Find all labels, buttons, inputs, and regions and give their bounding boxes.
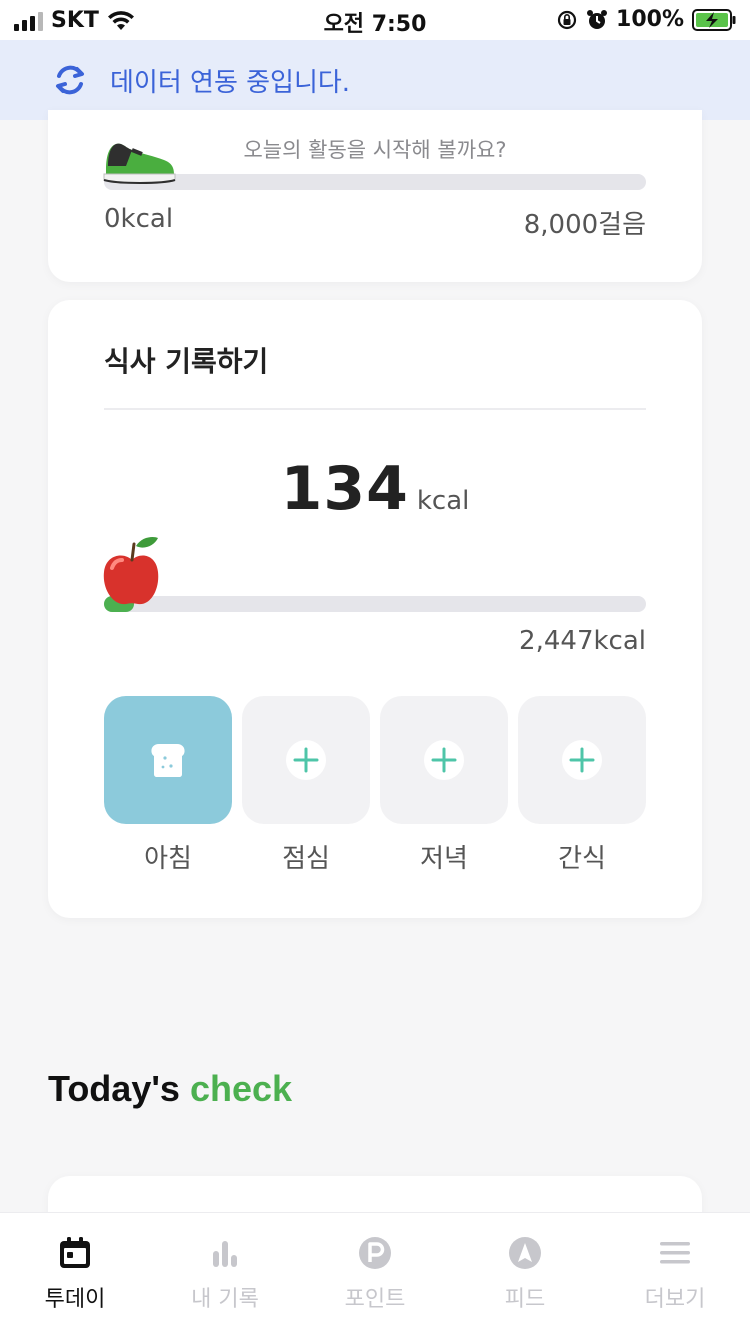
meal-card-title: 식사 기록하기 [104, 345, 269, 378]
meal-kcal-value: 134 [280, 454, 409, 524]
activity-progress-bar [104, 174, 646, 190]
todays-check-prefix: Today's [48, 1068, 180, 1109]
meal-record-card: 식사 기록하기 134 kcal 2,447kcal 아침 점심 저녁 간식 [48, 300, 702, 918]
meal-progress-bar [104, 596, 646, 612]
breakfast-label: 아침 [144, 844, 192, 874]
battery-charging-icon [692, 8, 736, 31]
bread-icon [151, 744, 185, 777]
snack-label: 간식 [558, 844, 606, 874]
dinner-label: 저녁 [420, 844, 468, 874]
tab-points[interactable]: 포인트 [300, 1213, 450, 1334]
sync-banner: 데이터 연동 중입니다. [0, 40, 750, 120]
tab-points-label: 포인트 [344, 1287, 406, 1312]
meal-slot-breakfast[interactable]: 아침 [104, 696, 232, 875]
step-goal: 8,000걸음 [523, 210, 646, 240]
bar-chart-icon [213, 1241, 237, 1267]
meal-slots: 아침 점심 저녁 간식 [104, 696, 646, 875]
tab-feed[interactable]: 피드 [450, 1213, 600, 1334]
lunch-label: 점심 [282, 844, 330, 874]
add-lunch-button[interactable] [286, 740, 326, 780]
plus-icon [569, 747, 595, 773]
snack-tile[interactable] [518, 696, 646, 824]
tab-today[interactable]: 투데이 [0, 1213, 150, 1334]
meal-slot-dinner[interactable]: 저녁 [380, 696, 508, 875]
sync-message: 데이터 연동 중입니다. [110, 67, 351, 98]
add-dinner-button[interactable] [424, 740, 464, 780]
calendar-icon [60, 1237, 90, 1268]
tab-more-label: 더보기 [644, 1287, 706, 1312]
plus-icon [431, 747, 457, 773]
meal-kcal-goal: 2,447kcal [519, 626, 646, 656]
todays-check-heading: Today's check [48, 1068, 292, 1110]
sync-icon [56, 65, 84, 95]
battery-percent: 100% [616, 7, 684, 32]
bottom-tab-bar: 투데이 내 기록 포인트 피드 더보기 [0, 1212, 750, 1334]
status-bar: SKT 오전 7:50 100% [0, 0, 750, 40]
breakfast-tile[interactable] [104, 696, 232, 824]
tab-my-records-label: 내 기록 [191, 1287, 259, 1312]
sneaker-icon [103, 143, 176, 184]
meal-slot-lunch[interactable]: 점심 [242, 696, 370, 875]
point-icon [359, 1237, 391, 1269]
add-snack-button[interactable] [562, 740, 602, 780]
tab-my-records[interactable]: 내 기록 [150, 1213, 300, 1334]
lunch-tile[interactable] [242, 696, 370, 824]
meal-slot-snack[interactable]: 간식 [518, 696, 646, 875]
menu-icon [660, 1242, 690, 1264]
alarm-icon [587, 9, 608, 29]
activity-card[interactable]: 오늘의 활동을 시작해 볼까요? 0kcal 8,000걸음 [48, 110, 702, 282]
plus-icon [293, 747, 319, 773]
meal-kcal-unit: kcal [416, 486, 470, 516]
orientation-lock-icon [557, 10, 577, 29]
todays-check-accent: check [189, 1068, 293, 1109]
meal-kcal-summary: 134 kcal [48, 454, 702, 524]
dinner-tile[interactable] [380, 696, 508, 824]
tab-more[interactable]: 더보기 [600, 1213, 750, 1334]
compass-icon [509, 1237, 541, 1269]
activity-kcal: 0kcal [104, 204, 174, 234]
tab-today-label: 투데이 [44, 1287, 106, 1312]
divider [104, 408, 646, 410]
tab-feed-label: 피드 [504, 1287, 546, 1312]
apple-icon [103, 536, 159, 605]
